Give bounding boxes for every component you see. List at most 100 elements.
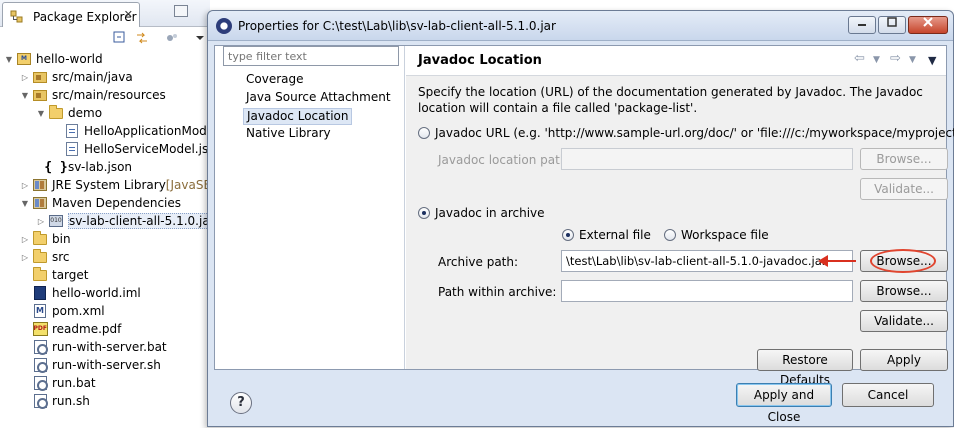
tree-item-label: JRE System Library bbox=[52, 178, 166, 192]
tree-item-label: pom.xml bbox=[52, 304, 105, 318]
panel-title: Javadoc Location bbox=[418, 53, 542, 68]
browse-path-button[interactable]: Browse... bbox=[860, 280, 948, 302]
tree-item[interactable]: { } sv-lab.json bbox=[36, 158, 132, 176]
close-tab-icon[interactable]: ✕ bbox=[124, 8, 133, 21]
nav-item-javadoc-location[interactable]: Javadoc Location bbox=[243, 108, 353, 125]
forward-dropdown-icon[interactable]: ▼ bbox=[909, 55, 916, 65]
apply-and-close-button[interactable]: Apply and Close bbox=[736, 383, 832, 424]
project-icon: M bbox=[16, 51, 32, 67]
annotation-arrow-line bbox=[826, 260, 856, 262]
focus-task-icon[interactable] bbox=[164, 31, 180, 47]
package-explorer-header: Package Explorer ✕ bbox=[0, 0, 210, 27]
tree-item[interactable]: ▼ demo bbox=[36, 104, 102, 122]
expanded-twisty-icon[interactable]: ▼ bbox=[36, 109, 46, 118]
tree-item[interactable]: Mpom.xml bbox=[20, 302, 105, 320]
validate-url-button[interactable]: Validate... bbox=[860, 178, 948, 200]
library-icon bbox=[32, 177, 48, 193]
dialog-title: Properties for C:\test\Lab\lib\sv-lab-cl… bbox=[238, 19, 556, 33]
collapsed-twisty-icon[interactable]: ▷ bbox=[20, 235, 30, 244]
tree-item[interactable]: run.sh bbox=[20, 392, 90, 410]
validate-archive-button[interactable]: Validate... bbox=[860, 310, 948, 332]
view-menu-icon[interactable] bbox=[192, 31, 208, 47]
nav-item-java-source-attachment[interactable]: Java Source Attachment bbox=[243, 90, 394, 107]
radio-indicator bbox=[664, 229, 676, 241]
collapsed-twisty-icon[interactable]: ▷ bbox=[20, 181, 30, 190]
restore-defaults-button[interactable]: Restore Defaults bbox=[757, 349, 853, 387]
radio-indicator bbox=[418, 207, 430, 219]
package-explorer-icon bbox=[9, 9, 25, 25]
expanded-twisty-icon[interactable]: ▼ bbox=[20, 91, 30, 100]
help-icon[interactable]: ? bbox=[230, 392, 252, 414]
tree-item[interactable]: HelloApplicationMod bbox=[52, 122, 207, 140]
back-dropdown-icon[interactable]: ▼ bbox=[873, 55, 880, 65]
tree-item[interactable]: ▷ bin bbox=[20, 230, 71, 248]
tree-item[interactable]: PDF readme.pdf bbox=[20, 320, 121, 338]
minimize-button[interactable] bbox=[848, 16, 876, 34]
folder-icon bbox=[32, 230, 48, 247]
tree-item-label: run.bat bbox=[52, 376, 96, 390]
tree-item[interactable]: HelloServiceModel.js bbox=[52, 140, 208, 158]
tree-item-label: src/main/resources bbox=[52, 88, 166, 102]
expanded-twisty-icon[interactable]: ▼ bbox=[20, 199, 30, 208]
description-text: Specify the location (URL) of the docume… bbox=[418, 85, 923, 115]
minimize-view-button[interactable] bbox=[174, 5, 188, 17]
tree-item-label: target bbox=[52, 268, 89, 282]
dialog-body: Coverage Java Source Attachment Javadoc … bbox=[214, 45, 954, 387]
tree-item[interactable]: ▷ 010 sv-lab-client-all-5.1.0.jar bbox=[36, 212, 219, 230]
maximize-button[interactable] bbox=[878, 16, 906, 34]
browse-url-button[interactable]: Browse... bbox=[860, 148, 948, 170]
tree-item[interactable]: run-with-server.sh bbox=[20, 356, 161, 374]
tree-item[interactable]: ▼ Maven Dependencies bbox=[20, 194, 181, 212]
tree-item-label: bin bbox=[52, 232, 71, 246]
tree-item-label: HelloApplicationMod bbox=[84, 124, 207, 138]
apply-button[interactable]: Apply bbox=[860, 349, 948, 371]
javadoc-location-panel: Javadoc Location ⇦ ▼ ⇨ ▼ ▼ Specify the l… bbox=[406, 46, 954, 387]
expanded-twisty-icon[interactable]: ▼ bbox=[4, 55, 14, 64]
close-button[interactable] bbox=[908, 16, 948, 34]
tree-item[interactable]: ▷ src bbox=[20, 248, 70, 266]
annotation-arrow-head bbox=[818, 255, 828, 267]
tree-item[interactable]: ▷ src/main/java bbox=[20, 68, 133, 86]
tree-item[interactable]: ▼ src/main/resources bbox=[20, 86, 166, 104]
archive-path-input[interactable]: \test\Lab\lib\sv-lab-client-all-5.1.0-ja… bbox=[561, 250, 853, 272]
javadoc-in-archive-radio[interactable]: Javadoc in archive bbox=[418, 206, 545, 220]
javadoc-url-radio[interactable]: Javadoc URL (e.g. 'http://www.sample-url… bbox=[418, 126, 954, 140]
nav-item-coverage[interactable]: Coverage bbox=[243, 72, 307, 89]
forward-arrow-icon[interactable]: ⇨ bbox=[890, 51, 901, 66]
package-explorer-tab[interactable]: Package Explorer ✕ bbox=[2, 2, 140, 27]
collapsed-twisty-icon[interactable]: ▷ bbox=[20, 253, 30, 262]
collapsed-twisty-icon[interactable]: ▷ bbox=[20, 73, 30, 82]
workspace-file-radio[interactable]: Workspace file bbox=[664, 228, 769, 242]
tree-item-label: run.sh bbox=[52, 394, 90, 408]
tree-item[interactable]: run.bat bbox=[20, 374, 96, 392]
menu-chevron-icon[interactable]: ▼ bbox=[928, 54, 936, 67]
collapse-all-icon[interactable] bbox=[112, 31, 128, 47]
link-with-editor-icon[interactable] bbox=[134, 31, 150, 47]
archive-path-label: Archive path: bbox=[438, 255, 519, 269]
tree-item[interactable]: target bbox=[20, 266, 89, 284]
filter-input[interactable] bbox=[223, 46, 399, 66]
tree-item[interactable]: ▼ Mhello-world bbox=[4, 50, 103, 68]
tree-item-label: sv-lab.json bbox=[68, 160, 133, 174]
jar-icon: 010 bbox=[48, 213, 64, 229]
path-within-archive-input[interactable] bbox=[561, 280, 853, 302]
collapsed-twisty-icon[interactable]: ▷ bbox=[36, 217, 46, 226]
tree-item[interactable]: run-with-server.bat bbox=[20, 338, 167, 356]
dialog-titlebar: Properties for C:\test\Lab\lib\sv-lab-cl… bbox=[208, 11, 953, 41]
iml-file-icon bbox=[32, 285, 48, 301]
radio-indicator bbox=[418, 127, 430, 139]
tree-item[interactable]: ▷ JRE System Library [JavaSE-1 bbox=[20, 176, 223, 194]
nav-item-native-library[interactable]: Native Library bbox=[243, 126, 334, 143]
javadoc-location-path-input[interactable] bbox=[561, 148, 853, 170]
js-file-icon bbox=[64, 123, 80, 139]
tree-item[interactable]: hello-world.iml bbox=[20, 284, 141, 302]
tree-item-label: run-with-server.sh bbox=[52, 358, 161, 372]
tree-item-label: hello-world bbox=[36, 52, 103, 66]
json-file-icon: { } bbox=[44, 159, 68, 175]
dialog-footer: ? Apply and Close Cancel bbox=[208, 373, 953, 427]
cancel-button[interactable]: Cancel bbox=[842, 383, 934, 407]
script-file-icon bbox=[32, 375, 48, 391]
external-file-radio[interactable]: External file bbox=[562, 228, 651, 242]
back-arrow-icon[interactable]: ⇦ bbox=[854, 51, 865, 66]
script-file-icon bbox=[32, 339, 48, 355]
